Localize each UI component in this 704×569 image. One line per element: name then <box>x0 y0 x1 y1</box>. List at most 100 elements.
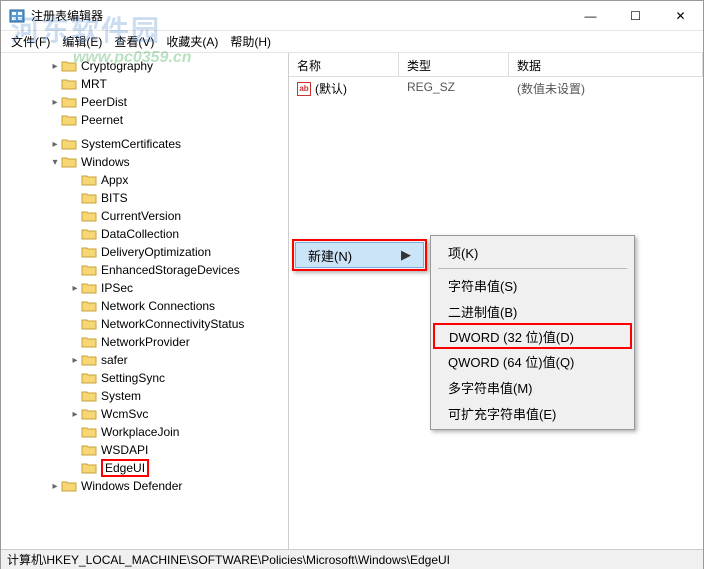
folder-icon <box>81 389 97 403</box>
tree-expander-icon[interactable]: ▸ <box>49 61 61 72</box>
folder-icon <box>61 137 77 151</box>
tree-item-label: Windows <box>81 155 130 169</box>
tree-item-label: WcmSvc <box>101 407 148 421</box>
tree-item-label: WSDAPI <box>101 443 148 457</box>
tree-panel[interactable]: ▸CryptographyMRT▸PeerDistPeernet▸SystemC… <box>1 53 289 549</box>
tree-item-datacollection[interactable]: DataCollection <box>1 225 288 243</box>
tree-item-label: WorkplaceJoin <box>101 425 179 439</box>
context-menu-primary: 新建(N) ▶ <box>292 239 427 271</box>
statusbar: 计算机\HKEY_LOCAL_MACHINE\SOFTWARE\Policies… <box>1 549 703 569</box>
tree-expander-icon[interactable]: ▸ <box>49 481 61 492</box>
tree-expander-icon[interactable]: ▸ <box>69 409 81 420</box>
menu-new-multi-string[interactable]: 多字符串值(M) <box>434 374 631 400</box>
folder-icon <box>81 425 97 439</box>
value-name: (默认) <box>315 80 347 97</box>
tree-expander-icon[interactable]: ▾ <box>49 157 61 168</box>
tree-item-label: Windows Defender <box>81 479 182 493</box>
tree-item-label: DeliveryOptimization <box>101 245 211 259</box>
tree-item-label: Peernet <box>81 113 123 127</box>
folder-icon <box>81 173 97 187</box>
folder-icon <box>81 371 97 385</box>
tree-item-windows-defender[interactable]: ▸ Windows Defender <box>1 477 288 495</box>
tree-item-edgeui[interactable]: EdgeUI <box>1 459 288 477</box>
menu-new-string[interactable]: 字符串值(S) <box>434 272 631 298</box>
context-menu-secondary: 项(K) 字符串值(S) 二进制值(B) DWORD (32 位)值(D) QW… <box>430 235 635 430</box>
app-icon <box>9 8 25 24</box>
tree-item-label: Appx <box>101 173 128 187</box>
folder-icon <box>81 263 97 277</box>
folder-icon <box>61 479 77 493</box>
tree-item-systemcertificates[interactable]: ▸ SystemCertificates <box>1 135 288 153</box>
menu-new-expand-string[interactable]: 可扩充字符串值(E) <box>434 400 631 426</box>
status-path: 计算机\HKEY_LOCAL_MACHINE\SOFTWARE\Policies… <box>7 551 450 568</box>
tree-item-peerdist[interactable]: ▸PeerDist <box>1 93 288 111</box>
tree-item-label: SettingSync <box>101 371 165 385</box>
tree-item-enhancedstoragedevices[interactable]: EnhancedStorageDevices <box>1 261 288 279</box>
menu-separator <box>438 268 627 269</box>
column-data[interactable]: 数据 <box>509 53 703 76</box>
menu-help[interactable]: 帮助(H) <box>224 31 277 52</box>
menu-favorites[interactable]: 收藏夹(A) <box>160 31 224 52</box>
tree-expander-icon[interactable]: ▸ <box>49 97 61 108</box>
tree-expander-icon[interactable]: ▸ <box>69 355 81 366</box>
list-panel[interactable]: 名称 类型 数据 ab (默认) REG_SZ (数值未设置) 新建(N) ▶ … <box>289 53 703 549</box>
tree-item-label: EdgeUI <box>101 459 149 477</box>
tree-expander-icon[interactable]: ▸ <box>49 139 61 150</box>
tree-item-safer[interactable]: ▸safer <box>1 351 288 369</box>
window-controls: — ☐ ✕ <box>568 1 703 31</box>
folder-icon <box>81 245 97 259</box>
tree-item-networkprovider[interactable]: NetworkProvider <box>1 333 288 351</box>
tree-item-appx[interactable]: Appx <box>1 171 288 189</box>
folder-icon <box>81 353 97 367</box>
tree-item-bits[interactable]: BITS <box>1 189 288 207</box>
tree-item-networkconnectivitystatus[interactable]: NetworkConnectivityStatus <box>1 315 288 333</box>
menu-new-qword[interactable]: QWORD (64 位)值(Q) <box>434 348 631 374</box>
folder-icon <box>61 59 77 73</box>
tree-item-label: MRT <box>81 77 107 91</box>
menu-file[interactable]: 文件(F) <box>5 31 56 52</box>
tree-expander-icon[interactable]: ▸ <box>69 283 81 294</box>
tree-item-label: IPSec <box>101 281 133 295</box>
tree-item-wsdapi[interactable]: WSDAPI <box>1 441 288 459</box>
menu-new[interactable]: 新建(N) ▶ <box>295 242 424 268</box>
tree-item-label: SystemCertificates <box>81 137 181 151</box>
folder-icon <box>61 155 77 169</box>
folder-icon <box>61 95 77 109</box>
tree-item-mrt[interactable]: MRT <box>1 75 288 93</box>
tree-item-system[interactable]: System <box>1 387 288 405</box>
tree-item-wcmsvc[interactable]: ▸ WcmSvc <box>1 405 288 423</box>
tree-item-cryptography[interactable]: ▸Cryptography <box>1 57 288 75</box>
close-button[interactable]: ✕ <box>658 1 703 31</box>
folder-icon <box>81 191 97 205</box>
tree-item-deliveryoptimization[interactable]: DeliveryOptimization <box>1 243 288 261</box>
folder-icon <box>81 299 97 313</box>
folder-icon <box>81 407 97 421</box>
column-name[interactable]: 名称 <box>289 53 399 76</box>
minimize-button[interactable]: — <box>568 1 613 31</box>
menu-new-dword[interactable]: DWORD (32 位)值(D) <box>433 323 632 349</box>
tree-item-windows[interactable]: ▾ Windows <box>1 153 288 171</box>
menu-edit[interactable]: 编辑(E) <box>56 31 108 52</box>
tree-item-network-connections[interactable]: Network Connections <box>1 297 288 315</box>
string-value-icon: ab <box>297 82 311 96</box>
tree-item-currentversion[interactable]: CurrentVersion <box>1 207 288 225</box>
column-type[interactable]: 类型 <box>399 53 509 76</box>
tree-item-settingsync[interactable]: SettingSync <box>1 369 288 387</box>
menu-view[interactable]: 查看(V) <box>108 31 160 52</box>
list-row[interactable]: ab (默认) REG_SZ (数值未设置) <box>289 77 703 100</box>
tree-item-label: BITS <box>101 191 128 205</box>
folder-icon <box>81 461 97 475</box>
menu-new-binary[interactable]: 二进制值(B) <box>434 298 631 324</box>
tree-item-ipsec[interactable]: ▸ IPSec <box>1 279 288 297</box>
folder-icon <box>81 317 97 331</box>
tree-item-label: System <box>101 389 141 403</box>
tree-item-label: NetworkConnectivityStatus <box>101 317 244 331</box>
menubar: 文件(F) 编辑(E) 查看(V) 收藏夹(A) 帮助(H) <box>1 31 703 53</box>
tree-item-peernet[interactable]: Peernet <box>1 111 288 129</box>
menu-new-key[interactable]: 项(K) <box>434 239 631 265</box>
list-header: 名称 类型 数据 <box>289 53 703 77</box>
folder-icon <box>81 443 97 457</box>
maximize-button[interactable]: ☐ <box>613 1 658 31</box>
tree-item-label: DataCollection <box>101 227 179 241</box>
tree-item-workplacejoin[interactable]: WorkplaceJoin <box>1 423 288 441</box>
